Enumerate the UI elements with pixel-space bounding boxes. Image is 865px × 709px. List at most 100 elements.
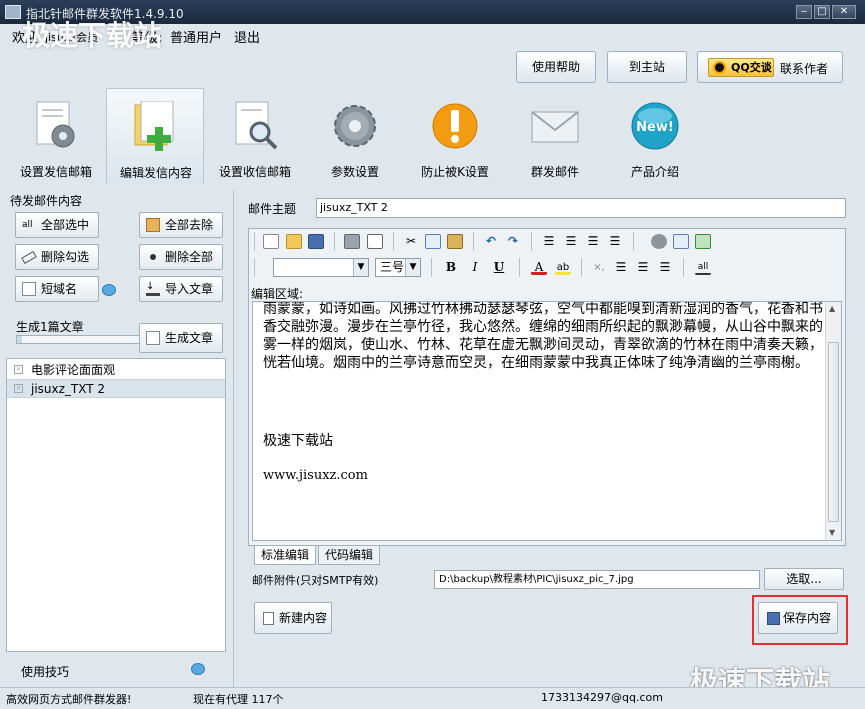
- browse-button[interactable]: 选取...: [764, 568, 844, 590]
- new-content-label: 新建内容: [279, 611, 328, 625]
- app-icon[interactable]: [5, 5, 21, 19]
- add-document-icon: [134, 101, 174, 151]
- new-badge-icon: New!: [631, 102, 679, 150]
- scroll-down-icon[interactable]: ▼: [829, 528, 835, 537]
- remove-all-button[interactable]: 全部去除: [139, 212, 223, 238]
- list-item-label: 电影评论面面观: [31, 363, 116, 377]
- tab-recipient-mailbox[interactable]: 设置收信邮箱: [206, 88, 304, 184]
- delete-checked-label: 删除勾选: [41, 250, 90, 264]
- tab-label: 编辑发信内容: [119, 166, 192, 180]
- delete-all-button[interactable]: 删除全部: [139, 244, 223, 270]
- redo-icon[interactable]: ↷: [505, 234, 521, 249]
- tab-sender-mailbox[interactable]: 设置发信邮箱: [7, 88, 105, 184]
- content-list: × 电影评论面面观 × jisuxz_TXT 2: [6, 358, 226, 652]
- insert-image-icon[interactable]: [695, 234, 711, 249]
- home-button[interactable]: 到主站: [607, 51, 687, 83]
- bold-icon[interactable]: B: [443, 260, 459, 275]
- delete-checked-button[interactable]: 删除勾选: [15, 244, 99, 270]
- edit-area[interactable]: 雨蒙蒙，如诗如画。风拂过竹林拂动瑟瑟琴弦，空气中都能嗅到清新湿润的香气，花香和书…: [252, 301, 842, 541]
- penguin-icon: [713, 61, 726, 74]
- table-icon[interactable]: [673, 234, 689, 249]
- maximize-button[interactable]: □: [814, 5, 830, 19]
- delete-all-label: 删除全部: [165, 250, 214, 264]
- rich-text-editor: ✂ ↶ ↷ ☰ ☰ ☰ ☰ ▼ 三号 ▼ B I U A ab ×, ☰ ☰ ☰…: [248, 228, 846, 546]
- tab-bulk-send[interactable]: 群发邮件: [506, 88, 604, 184]
- undo-icon[interactable]: ↶: [483, 234, 499, 249]
- content-line-url: www.jisuxz.com: [263, 468, 368, 483]
- cut-icon[interactable]: ✂: [403, 234, 419, 249]
- contact-author-button[interactable]: QQ交谈 联系作者: [697, 51, 843, 83]
- underline-icon[interactable]: U: [491, 260, 507, 275]
- font-name-select[interactable]: ▼: [273, 258, 369, 277]
- pending-content-panel: 待发邮件内容 all 全部选中 全部去除 删除勾选 删除全部 短域名 ↓ 导入文…: [3, 190, 229, 687]
- bullet-icon: [150, 254, 156, 260]
- tab-standard-edit[interactable]: 标准编辑: [254, 546, 317, 565]
- font-color-icon[interactable]: A: [531, 260, 547, 275]
- envelope-icon: [531, 111, 579, 143]
- italic-icon[interactable]: I: [467, 260, 483, 275]
- generate-article-button[interactable]: 生成文章: [139, 323, 223, 353]
- close-button[interactable]: ✕: [832, 5, 856, 19]
- scroll-up-icon[interactable]: ▲: [829, 304, 835, 313]
- import-article-button[interactable]: ↓ 导入文章: [139, 276, 223, 302]
- align-center-icon[interactable]: ☰: [585, 234, 601, 249]
- panel-title: 待发邮件内容: [10, 194, 83, 208]
- new-content-button[interactable]: 新建内容: [254, 602, 332, 634]
- indent-icon[interactable]: ☰: [657, 260, 673, 275]
- attachment-path-input[interactable]: D:\backup\教程素材\PIC\jisuxz_pic_7.jpg: [434, 570, 760, 589]
- print-preview-icon[interactable]: [367, 234, 383, 249]
- tips-bubble-icon[interactable]: [191, 663, 205, 675]
- content-paragraph: 雨蒙蒙，如诗如画。风拂过竹林拂动瑟瑟琴弦，空气中都能嗅到清新湿润的香气，花香和书…: [263, 301, 823, 371]
- short-domain-button[interactable]: 短域名: [15, 276, 99, 302]
- outdent-icon[interactable]: ☰: [635, 260, 651, 275]
- open-folder-icon[interactable]: [286, 234, 302, 249]
- print-icon[interactable]: [344, 234, 360, 249]
- tab-anti-block[interactable]: 防止被K设置: [406, 88, 504, 184]
- save-content-button[interactable]: 保存内容: [758, 602, 838, 634]
- select-all-button[interactable]: all 全部选中: [15, 212, 99, 238]
- emoticon-icon[interactable]: [651, 234, 667, 249]
- checkbox-icon[interactable]: ×: [14, 365, 23, 374]
- scrollbar-thumb[interactable]: [828, 342, 839, 522]
- help-bubble-icon[interactable]: [102, 284, 116, 296]
- font-size-select[interactable]: 三号 ▼: [375, 258, 421, 277]
- list-item[interactable]: × 电影评论面面观: [7, 361, 225, 380]
- tab-parameters[interactable]: 参数设置: [306, 88, 404, 184]
- checkbox-icon[interactable]: ×: [14, 384, 23, 393]
- copy-icon[interactable]: [425, 234, 441, 249]
- remove-all-icon: [146, 218, 160, 232]
- tips-link[interactable]: 使用技巧: [21, 663, 69, 680]
- attachment-label: 邮件附件(只对SMTP有效): [252, 574, 379, 587]
- tab-code-edit[interactable]: 代码编辑: [318, 546, 381, 565]
- search-document-icon: [235, 101, 278, 150]
- align-justify-icon[interactable]: ☰: [541, 234, 557, 249]
- tab-label: 防止被K设置: [421, 165, 489, 179]
- numbered-list-icon[interactable]: ☰: [613, 260, 629, 275]
- status-bar: 高效网页方式邮件群发器! 现在有代理 117个 1733134297@qq.co…: [0, 687, 865, 709]
- subject-label: 邮件主题: [248, 202, 297, 216]
- minimize-button[interactable]: ‒: [796, 5, 812, 19]
- eraser-icon: [21, 250, 37, 265]
- subject-input[interactable]: jisuxz_TXT 2: [316, 198, 846, 218]
- logout-link[interactable]: 退出: [234, 27, 260, 46]
- editor-scrollbar[interactable]: ▲ ▼: [825, 302, 841, 540]
- new-document-icon[interactable]: [263, 234, 279, 249]
- tab-product-intro[interactable]: New! 产品介绍: [606, 88, 704, 184]
- tab-label: 参数设置: [330, 165, 379, 179]
- align-right-icon[interactable]: ☰: [607, 234, 623, 249]
- qq-badge-label: QQ交谈: [731, 61, 772, 74]
- tab-label: 产品介绍: [630, 165, 679, 179]
- main-tabs: 设置发信邮箱 编辑发信内容 设置收信邮箱 参数设置 防止被K设置 群发邮件 Ne…: [0, 88, 865, 188]
- chevron-down-icon: ▼: [353, 259, 368, 276]
- tab-edit-content[interactable]: 编辑发信内容: [106, 88, 204, 184]
- save-icon[interactable]: [308, 234, 324, 249]
- paste-icon[interactable]: [447, 234, 463, 249]
- help-button[interactable]: 使用帮助: [516, 51, 596, 83]
- highlight-color-icon[interactable]: ab: [555, 260, 571, 275]
- list-item[interactable]: × jisuxz_TXT 2: [7, 379, 225, 398]
- select-all-text-icon[interactable]: all: [695, 260, 711, 275]
- contact-label: 联系作者: [780, 62, 829, 76]
- short-domain-label: 短域名: [41, 282, 78, 296]
- clear-format-icon[interactable]: ×,: [591, 260, 607, 275]
- align-left-icon[interactable]: ☰: [563, 234, 579, 249]
